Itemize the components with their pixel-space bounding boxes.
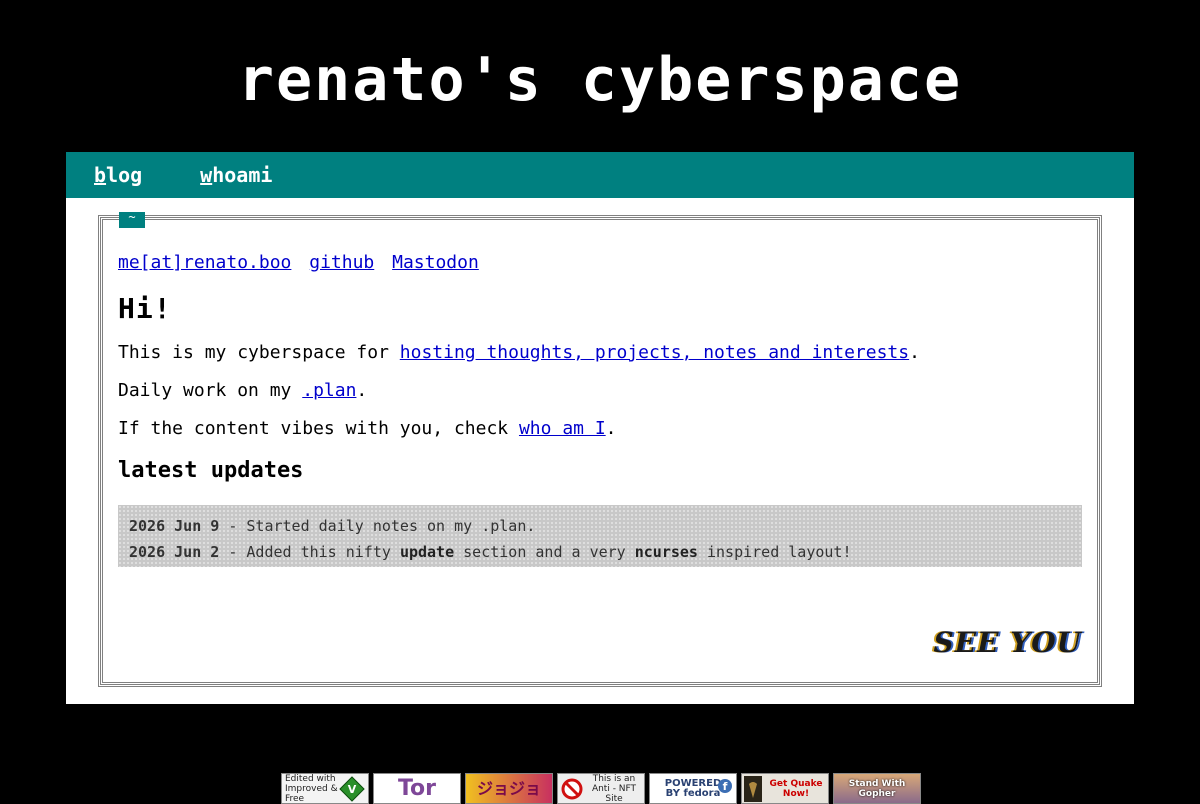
intro-line-1: This is my cyberspace for hosting though… bbox=[118, 341, 1084, 365]
vim-icon: V bbox=[339, 776, 365, 802]
intro-line-2: Daily work on my .plan. bbox=[118, 379, 1084, 403]
updates-heading: latest updates bbox=[118, 458, 304, 483]
navbar: blog whoami bbox=[66, 152, 1134, 198]
intro-line-3-suffix: . bbox=[605, 418, 617, 439]
update-text: inspired layout! bbox=[697, 543, 852, 561]
update-bold: update bbox=[399, 543, 455, 561]
svg-text:V: V bbox=[348, 783, 357, 796]
jojo-badge-text: ジョジョ bbox=[476, 778, 541, 798]
badge-row: Edited with Improved & Free V Tor ジョジョ T… bbox=[281, 773, 921, 804]
see-you-marquee: SEE YOU bbox=[933, 626, 1082, 659]
update-text: Started daily notes on my .plan. bbox=[246, 517, 536, 535]
quake-badge-text: Get Quake Now! bbox=[769, 778, 823, 799]
update-date: 2026 Jun 9 bbox=[129, 517, 220, 535]
intro-line-1-suffix: . bbox=[909, 342, 920, 363]
update-date: 2026 Jun 2 bbox=[129, 543, 220, 561]
fedora-icon: f bbox=[718, 779, 732, 793]
mastodon-link[interactable]: Mastodon bbox=[392, 252, 479, 273]
updates-list: 2026 Jun 9 - Started daily notes on my .… bbox=[118, 505, 1082, 567]
vim-badge-text: Edited with Improved & Free bbox=[285, 773, 338, 804]
vim-badge[interactable]: Edited with Improved & Free V bbox=[281, 773, 369, 804]
main-panel: ~ me[at]renato.boo github Mastodon Hi! T… bbox=[66, 198, 1134, 704]
fedora-badge[interactable]: POWERED BY fedora f bbox=[649, 773, 737, 804]
content: me[at]renato.boo github Mastodon Hi! Thi… bbox=[118, 251, 1084, 567]
contact-links: me[at]renato.boo github Mastodon bbox=[118, 251, 1084, 275]
update-text: Added this nifty bbox=[246, 543, 400, 561]
nav-whoami-hotkey: w bbox=[200, 163, 213, 187]
whoami-link[interactable]: who am I bbox=[519, 418, 606, 439]
gopher-badge[interactable]: Stand With Gopher bbox=[833, 773, 921, 804]
nav-blog[interactable]: blog bbox=[94, 163, 142, 187]
gopher-badge-text: Stand With Gopher bbox=[848, 778, 906, 799]
no-sign-icon bbox=[561, 778, 583, 800]
update-item: 2026 Jun 2 - Added this nifty update sec… bbox=[129, 539, 1071, 565]
content-frame: ~ me[at]renato.boo github Mastodon Hi! T… bbox=[98, 211, 1102, 687]
tor-badge-text: Tor bbox=[397, 775, 437, 801]
update-separator: - bbox=[219, 517, 247, 535]
email-link[interactable]: me[at]renato.boo bbox=[118, 252, 291, 273]
intro-line-2-suffix: . bbox=[356, 380, 368, 401]
tor-badge[interactable]: Tor bbox=[373, 773, 461, 804]
intro-line-3: If the content vibes with you, check who… bbox=[118, 417, 1084, 441]
frame-tab: ~ bbox=[119, 211, 145, 228]
quake-badge[interactable]: Get Quake Now! bbox=[741, 773, 829, 804]
interests-link[interactable]: hosting thoughts, projects, notes and in… bbox=[400, 342, 909, 363]
site-title: renato's cyberspace bbox=[237, 45, 963, 115]
nav-blog-hotkey: b bbox=[94, 163, 107, 187]
nav-whoami-label: hoami bbox=[212, 163, 273, 187]
update-separator: - bbox=[219, 543, 247, 561]
intro-line-1-prefix: This is my cyberspace for bbox=[118, 342, 400, 363]
intro-line-3-prefix: If the content vibes with you, check bbox=[118, 418, 519, 439]
anti-nft-badge-text: This is an Anti - NFT Site bbox=[591, 773, 637, 804]
update-item: 2026 Jun 9 - Started daily notes on my .… bbox=[129, 513, 1071, 539]
anti-nft-badge[interactable]: This is an Anti - NFT Site bbox=[557, 773, 645, 804]
quake-icon bbox=[744, 776, 762, 802]
update-text: section and a very bbox=[454, 543, 635, 561]
nav-whoami[interactable]: whoami bbox=[200, 163, 272, 187]
update-bold: ncurses bbox=[634, 543, 698, 561]
github-link[interactable]: github bbox=[309, 252, 374, 273]
plan-link[interactable]: .plan bbox=[302, 380, 356, 401]
intro-line-2-prefix: Daily work on my bbox=[118, 380, 303, 401]
jojo-badge[interactable]: ジョジョ bbox=[465, 773, 553, 804]
greeting-heading: Hi! bbox=[118, 292, 172, 325]
nav-blog-label: log bbox=[106, 163, 143, 187]
svg-text:f: f bbox=[723, 780, 728, 793]
